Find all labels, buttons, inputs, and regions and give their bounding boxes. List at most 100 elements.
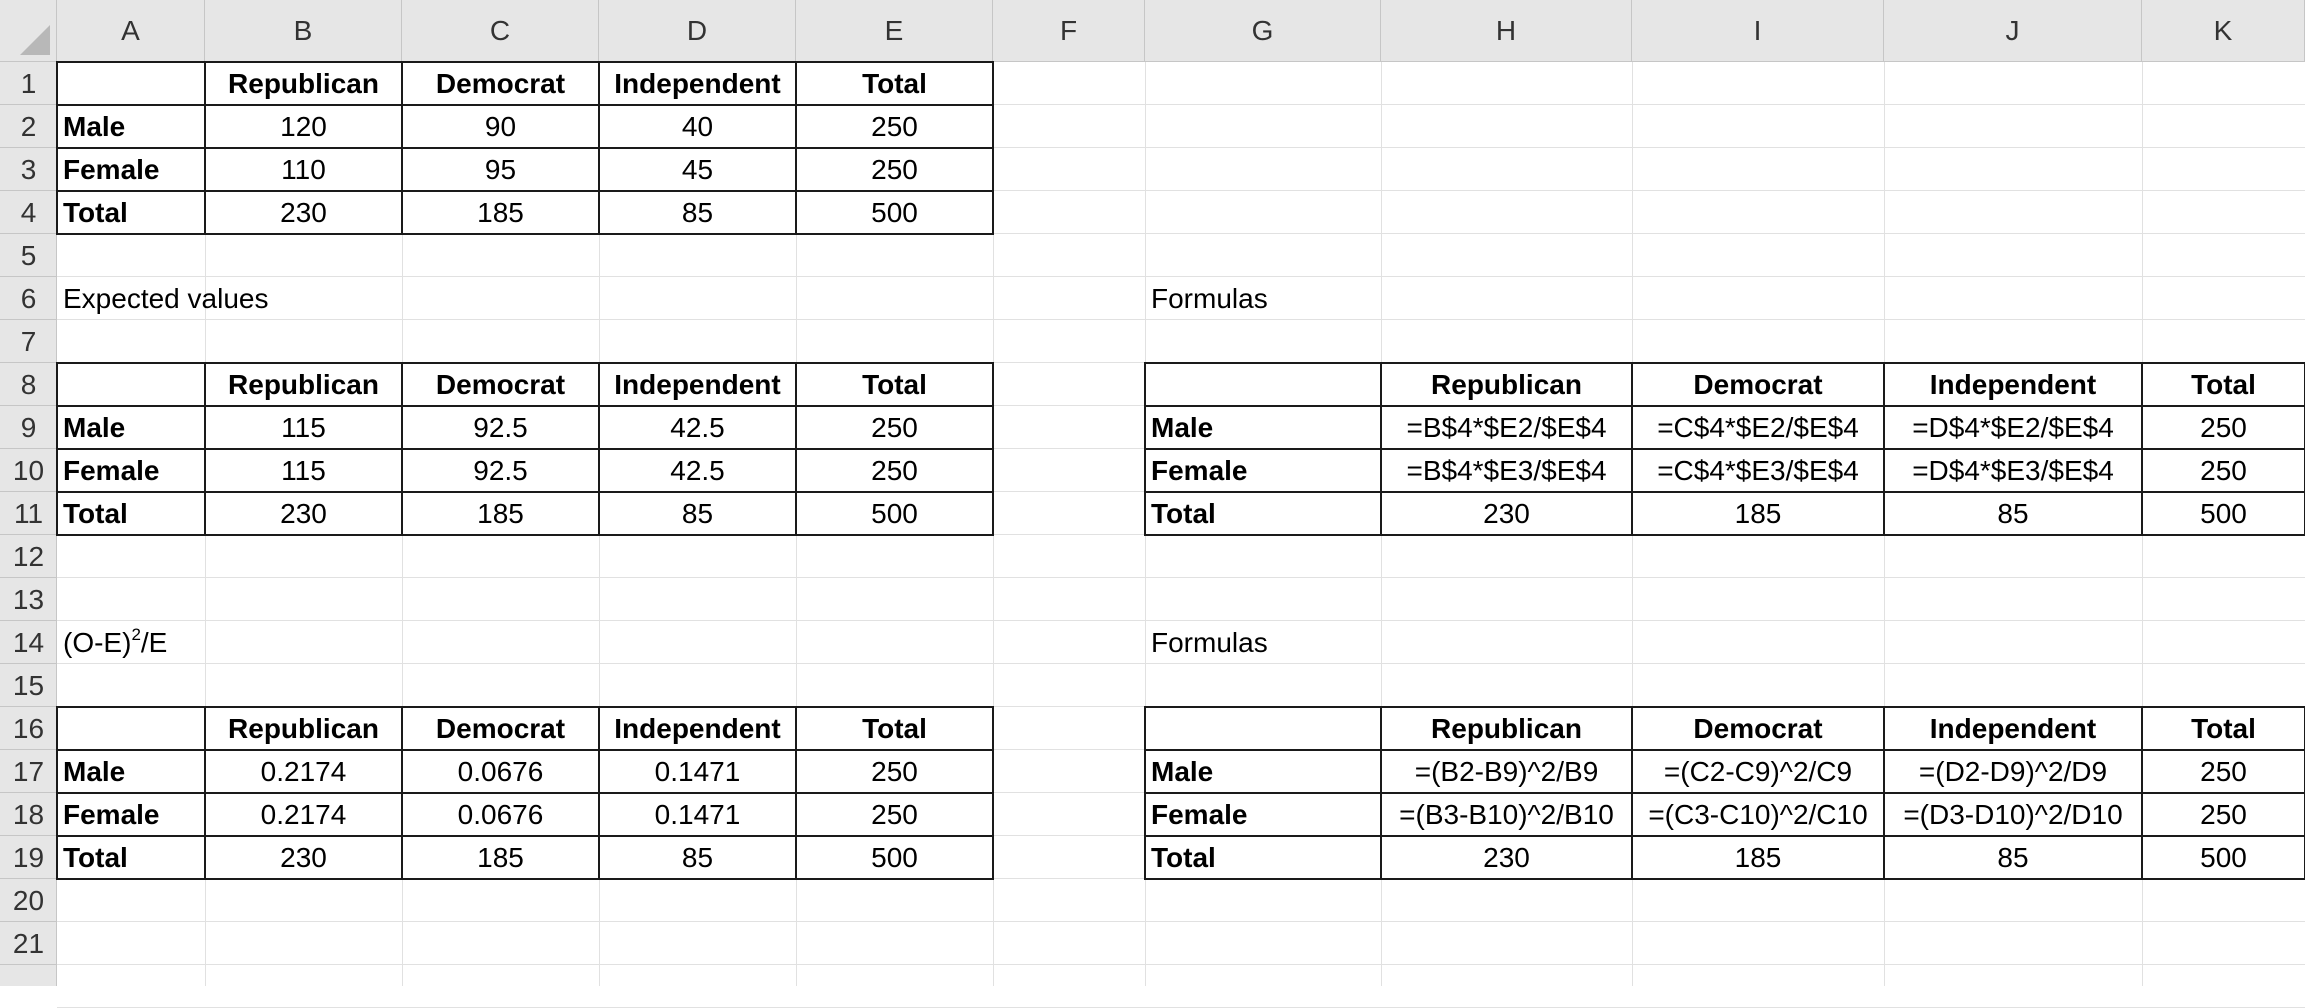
expected-table-header-total[interactable]: Total	[796, 363, 993, 406]
expected-table-value-cell[interactable]: 92.5	[402, 449, 599, 492]
expected-formulas-table-header-independent[interactable]: Independent	[1884, 363, 2142, 406]
observed-table-value-cell[interactable]: 120	[205, 105, 402, 148]
chi-table-header-republican[interactable]: Republican	[205, 707, 402, 750]
row-header-1[interactable]: 1	[0, 62, 57, 105]
chi-formulas-table-value-cell[interactable]: =(D2-D9)^2/D9	[1884, 750, 2142, 793]
row-header-18[interactable]: 18	[0, 793, 57, 836]
row-header-5[interactable]: 5	[0, 234, 57, 277]
observed-table-header-democrat[interactable]: Democrat	[402, 62, 599, 105]
row-header-17[interactable]: 17	[0, 750, 57, 793]
observed-table-value-cell[interactable]: 110	[205, 148, 402, 191]
chi-table-value-cell[interactable]: 0.1471	[599, 750, 796, 793]
row-header-12[interactable]: 12	[0, 535, 57, 578]
column-header-k[interactable]: K	[2142, 0, 2305, 62]
expected-formulas-table-header-republican[interactable]: Republican	[1381, 363, 1632, 406]
row-header-20[interactable]: 20	[0, 879, 57, 922]
column-header-g[interactable]: G	[1145, 0, 1381, 62]
chi-formulas-table-value-cell[interactable]: 250	[2142, 793, 2305, 836]
expected-table-value-cell[interactable]: 250	[796, 449, 993, 492]
chi-formulas-table-value-cell[interactable]: =(D3-D10)^2/D10	[1884, 793, 2142, 836]
chi-formulas-table-value-cell[interactable]: 85	[1884, 836, 2142, 879]
column-header-a[interactable]: A	[57, 0, 205, 62]
row-header-15[interactable]: 15	[0, 664, 57, 707]
expected-table-row-label[interactable]: Female	[57, 449, 205, 492]
row-header-14[interactable]: 14	[0, 621, 57, 664]
observed-table-value-cell[interactable]: 500	[796, 191, 993, 234]
expected-table-value-cell[interactable]: 92.5	[402, 406, 599, 449]
expected-formulas-table-row-label[interactable]: Male	[1145, 406, 1381, 449]
observed-table-value-cell[interactable]: 45	[599, 148, 796, 191]
chi-table-value-cell[interactable]: 85	[599, 836, 796, 879]
chi-formulas-table-row-label[interactable]: Total	[1145, 836, 1381, 879]
expected-values-label[interactable]: Expected values	[57, 277, 599, 320]
observed-table-header-total[interactable]: Total	[796, 62, 993, 105]
chi-formulas-table-value-cell[interactable]: =(B2-B9)^2/B9	[1381, 750, 1632, 793]
row-header-10[interactable]: 10	[0, 449, 57, 492]
row-header-6[interactable]: 6	[0, 277, 57, 320]
expected-formulas-table-value-cell[interactable]: =D$4*$E2/$E$4	[1884, 406, 2142, 449]
column-header-e[interactable]: E	[796, 0, 993, 62]
observed-table-row-label[interactable]: Female	[57, 148, 205, 191]
formulas-label-1[interactable]: Formulas	[1145, 277, 1632, 320]
chi-table-value-cell[interactable]: 0.0676	[402, 750, 599, 793]
expected-formulas-table-header-total[interactable]: Total	[2142, 363, 2305, 406]
chi-table-row-label[interactable]: Total	[57, 836, 205, 879]
row-header-19[interactable]: 19	[0, 836, 57, 879]
expected-table-value-cell[interactable]: 115	[205, 406, 402, 449]
row-header-9[interactable]: 9	[0, 406, 57, 449]
spreadsheet-grid[interactable]: ABCDEFGHIJK 1 2 3 4 5 6 7 8 9 10 11 12 13 14 15 16 17 18 1…	[0, 0, 2305, 1008]
observed-table-header-republican[interactable]: Republican	[205, 62, 402, 105]
expected-table-header-independent[interactable]: Independent	[599, 363, 796, 406]
observed-table-value-cell[interactable]: 250	[796, 148, 993, 191]
column-header-c[interactable]: C	[402, 0, 599, 62]
observed-table-header-independent[interactable]: Independent	[599, 62, 796, 105]
row-header-2[interactable]: 2	[0, 105, 57, 148]
expected-table-value-cell[interactable]: 185	[402, 492, 599, 535]
expected-table-header-republican[interactable]: Republican	[205, 363, 402, 406]
expected-table-row-label[interactable]: Total	[57, 492, 205, 535]
observed-table-value-cell[interactable]: 95	[402, 148, 599, 191]
expected-formulas-table-value-cell[interactable]: 250	[2142, 449, 2305, 492]
column-header-d[interactable]: D	[599, 0, 796, 62]
expected-formulas-table-row-label[interactable]: Total	[1145, 492, 1381, 535]
expected-formulas-table-header-democrat[interactable]: Democrat	[1632, 363, 1884, 406]
row-header-16[interactable]: 16	[0, 707, 57, 750]
select-all-corner[interactable]	[0, 0, 57, 62]
chi-formulas-table-value-cell[interactable]: 185	[1632, 836, 1884, 879]
chi-table-value-cell[interactable]: 230	[205, 836, 402, 879]
expected-table-value-cell[interactable]: 115	[205, 449, 402, 492]
chi-table-value-cell[interactable]: 0.2174	[205, 750, 402, 793]
expected-formulas-table-value-cell[interactable]: =C$4*$E2/$E$4	[1632, 406, 1884, 449]
chi-formulas-table-row-label[interactable]: Female	[1145, 793, 1381, 836]
observed-table-value-cell[interactable]: 85	[599, 191, 796, 234]
expected-table-header-democrat[interactable]: Democrat	[402, 363, 599, 406]
expected-formulas-table-value-cell[interactable]: =D$4*$E3/$E$4	[1884, 449, 2142, 492]
expected-formulas-table-value-cell[interactable]: 500	[2142, 492, 2305, 535]
expected-formulas-table-value-cell[interactable]: =C$4*$E3/$E$4	[1632, 449, 1884, 492]
chi-table-header-independent[interactable]: Independent	[599, 707, 796, 750]
observed-table-value-cell[interactable]: 40	[599, 105, 796, 148]
chi-formulas-table-header-democrat[interactable]: Democrat	[1632, 707, 1884, 750]
chi-formulas-table-value-cell[interactable]: =(C3-C10)^2/C10	[1632, 793, 1884, 836]
chi-table-value-cell[interactable]: 500	[796, 836, 993, 879]
expected-table-value-cell[interactable]: 42.5	[599, 406, 796, 449]
expected-formulas-table-value-cell[interactable]: =B$4*$E3/$E$4	[1381, 449, 1632, 492]
chi-formulas-table-value-cell[interactable]: 230	[1381, 836, 1632, 879]
observed-table-row-label[interactable]: Male	[57, 105, 205, 148]
chi-formulas-table-header-republican[interactable]: Republican	[1381, 707, 1632, 750]
chi-table-value-cell[interactable]: 250	[796, 793, 993, 836]
observed-table-value-cell[interactable]: 90	[402, 105, 599, 148]
row-header-4[interactable]: 4	[0, 191, 57, 234]
row-header-13[interactable]: 13	[0, 578, 57, 621]
chi-table-header-total[interactable]: Total	[796, 707, 993, 750]
column-header-j[interactable]: J	[1884, 0, 2142, 62]
column-header-b[interactable]: B	[205, 0, 402, 62]
expected-formulas-table-value-cell[interactable]: 85	[1884, 492, 2142, 535]
expected-table-row-label[interactable]: Male	[57, 406, 205, 449]
chi-formulas-table-row-label[interactable]: Male	[1145, 750, 1381, 793]
observed-table-value-cell[interactable]: 185	[402, 191, 599, 234]
expected-formulas-table-row-label[interactable]: Female	[1145, 449, 1381, 492]
expected-formulas-table-value-cell[interactable]: 250	[2142, 406, 2305, 449]
observed-table-value-cell[interactable]: 250	[796, 105, 993, 148]
expected-formulas-table-value-cell[interactable]: 185	[1632, 492, 1884, 535]
